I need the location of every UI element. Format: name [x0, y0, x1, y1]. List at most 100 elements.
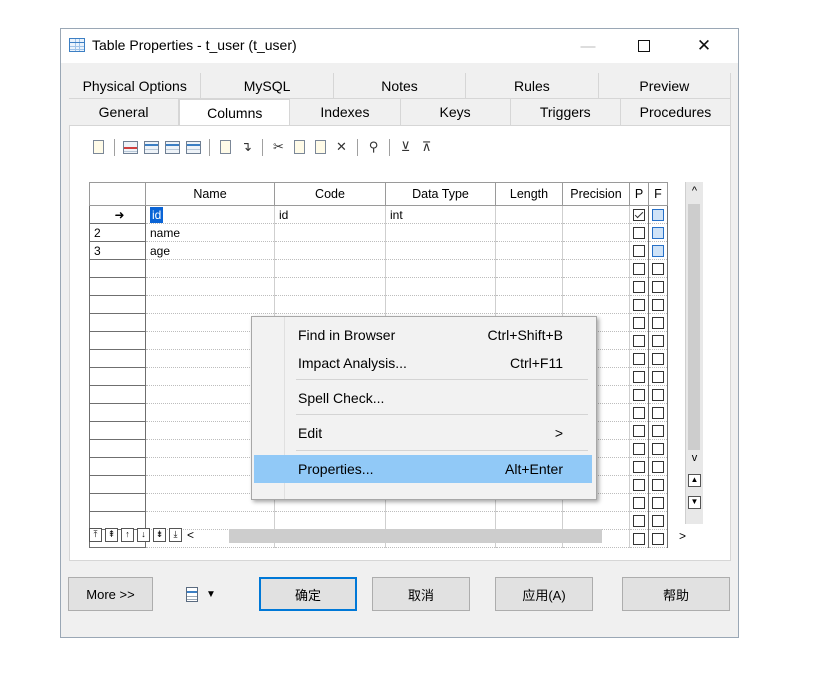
menu-item-properties[interactable]: Properties... Alt+Enter — [254, 455, 592, 483]
menu-item-edit[interactable]: Edit > — [254, 419, 592, 447]
column-header-name[interactable]: Name — [145, 182, 275, 206]
foreign-key[interactable] — [648, 313, 668, 332]
primary-key-checkbox[interactable] — [633, 263, 645, 276]
primary-key[interactable] — [629, 277, 649, 296]
primary-key-checkbox[interactable] — [633, 209, 645, 222]
column-code-cell[interactable] — [274, 259, 386, 278]
row-nav-button[interactable]: ↑ — [121, 528, 134, 542]
foreign-key-checkbox[interactable] — [652, 407, 664, 420]
foreign-key-checkbox[interactable] — [652, 515, 664, 528]
foreign-key-checkbox[interactable] — [652, 353, 664, 366]
column-header-p[interactable]: P — [629, 182, 649, 206]
tab-columns[interactable]: Columns — [179, 99, 291, 125]
foreign-key-checkbox[interactable] — [652, 281, 664, 294]
column-length-cell[interactable] — [495, 511, 563, 530]
tab-preview[interactable]: Preview — [598, 73, 732, 99]
minimize-button[interactable]: — — [565, 29, 611, 63]
column-precision-cell[interactable] — [562, 511, 630, 530]
column-datatype-cell[interactable] — [385, 223, 496, 242]
tab-triggers[interactable]: Triggers — [511, 99, 621, 125]
tab-physical-options[interactable]: Physical Options — [69, 73, 202, 99]
primary-key-checkbox[interactable] — [633, 425, 645, 438]
column-length-cell[interactable] — [495, 277, 563, 296]
foreign-key[interactable] — [648, 367, 668, 386]
column-precision-cell[interactable] — [562, 259, 630, 278]
column-datatype-cell[interactable] — [385, 259, 496, 278]
foreign-key[interactable] — [648, 439, 668, 458]
primary-key[interactable] — [629, 511, 649, 530]
foreign-key[interactable] — [648, 421, 668, 440]
primary-key-checkbox[interactable] — [633, 281, 645, 294]
scroll-down-icon[interactable]: v — [688, 452, 701, 464]
column-length-cell[interactable] — [495, 223, 563, 242]
cut-icon[interactable]: ✂ — [270, 139, 287, 156]
ok-button[interactable]: 确定 — [259, 577, 357, 611]
column-name-cell[interactable] — [145, 259, 275, 278]
foreign-key-checkbox[interactable] — [652, 443, 664, 456]
tab-mysql[interactable]: MySQL — [201, 73, 334, 99]
menu-item-impact-analysis[interactable]: Impact Analysis... Ctrl+F11 — [254, 349, 592, 377]
primary-key-checkbox[interactable] — [633, 353, 645, 366]
column-datatype-cell[interactable]: int — [385, 205, 496, 224]
foreign-key-checkbox[interactable] — [652, 371, 664, 384]
primary-key[interactable] — [629, 403, 649, 422]
primary-key[interactable] — [629, 241, 649, 260]
row-nav-button[interactable]: ⇟ — [153, 528, 166, 542]
foreign-key-checkbox[interactable] — [652, 461, 664, 474]
primary-key[interactable] — [629, 223, 649, 242]
primary-key[interactable] — [629, 457, 649, 476]
column-header-code[interactable]: Code — [274, 182, 386, 206]
add-row-icon[interactable] — [143, 139, 160, 156]
column-code-cell[interactable] — [274, 241, 386, 260]
foreign-key[interactable] — [648, 475, 668, 494]
primary-key-checkbox[interactable] — [633, 371, 645, 384]
primary-key-checkbox[interactable] — [633, 461, 645, 474]
column-name-cell[interactable] — [145, 295, 275, 314]
tab-keys[interactable]: Keys — [401, 99, 511, 125]
foreign-key-checkbox[interactable] — [652, 245, 664, 258]
foreign-key-checkbox[interactable] — [652, 335, 664, 348]
foreign-key[interactable] — [648, 259, 668, 278]
column-filter-icon[interactable]: ⊻ — [397, 139, 414, 156]
column-precision-cell[interactable] — [562, 241, 630, 260]
row-nav-button[interactable]: ↓ — [137, 528, 150, 542]
column-header-length[interactable]: Length — [495, 182, 563, 206]
column-code-cell[interactable] — [274, 223, 386, 242]
tab-notes[interactable]: Notes — [333, 73, 467, 99]
foreign-key[interactable] — [648, 385, 668, 404]
foreign-key[interactable] — [648, 331, 668, 350]
column-precision-cell[interactable] — [562, 277, 630, 296]
primary-key[interactable] — [629, 421, 649, 440]
add-columns-icon[interactable] — [164, 139, 181, 156]
find-icon[interactable]: ⚲ — [365, 139, 382, 156]
scroll-up-icon[interactable]: ^ — [688, 185, 701, 197]
reuse-columns-icon[interactable] — [185, 139, 202, 156]
column-datatype-cell[interactable] — [385, 277, 496, 296]
primary-key-checkbox[interactable] — [633, 335, 645, 348]
primary-key-checkbox[interactable] — [633, 389, 645, 402]
primary-key[interactable] — [629, 385, 649, 404]
primary-key[interactable] — [629, 475, 649, 494]
foreign-key-checkbox[interactable] — [652, 227, 664, 240]
row-nav-button[interactable]: ⇞ — [105, 528, 118, 542]
tab-general[interactable]: General — [69, 99, 180, 125]
table-row[interactable] — [89, 511, 668, 530]
filter-icon[interactable]: ↴ — [238, 139, 255, 156]
foreign-key[interactable] — [648, 241, 668, 260]
column-datatype-cell[interactable] — [385, 295, 496, 314]
scroll-right-icon[interactable]: > — [679, 529, 686, 543]
delete-icon[interactable]: ✕ — [333, 139, 350, 156]
primary-key-checkbox[interactable] — [633, 443, 645, 456]
column-name-cell[interactable] — [145, 277, 275, 296]
row-nav-button[interactable]: ⤓ — [169, 528, 182, 542]
foreign-key-checkbox[interactable] — [652, 299, 664, 312]
table-row[interactable]: 2 name — [89, 223, 668, 242]
foreign-key[interactable] — [648, 295, 668, 314]
column-code-cell[interactable] — [274, 511, 386, 530]
column-length-cell[interactable] — [495, 205, 563, 224]
column-code-cell[interactable] — [274, 277, 386, 296]
primary-key-checkbox[interactable] — [633, 245, 645, 258]
more-button[interactable]: More >> — [68, 577, 153, 611]
primary-key[interactable] — [629, 439, 649, 458]
tab-indexes[interactable]: Indexes — [290, 99, 401, 125]
